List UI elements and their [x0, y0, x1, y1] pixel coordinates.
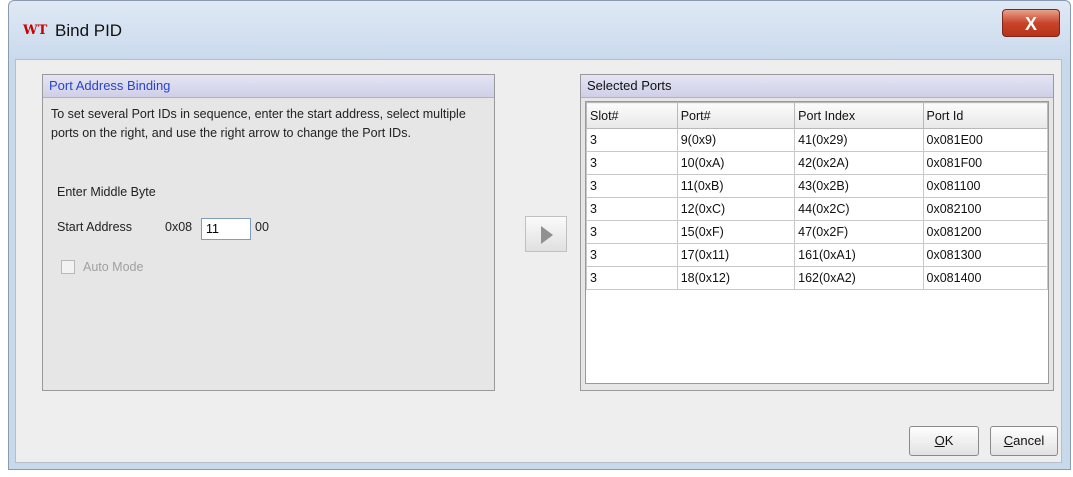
cell-port-id: 0x081E00: [922, 128, 1048, 152]
cell-port-index: 42(0x2A): [794, 151, 924, 175]
middle-byte-label: Enter Middle Byte: [57, 185, 156, 199]
close-button[interactable]: X: [1002, 9, 1060, 37]
selected-ports-panel: Selected Ports Slot# Port# Port Index Po…: [580, 74, 1054, 391]
auto-mode-checkbox[interactable]: [61, 260, 75, 274]
cell-port: 10(0xA): [676, 151, 796, 175]
table-row[interactable]: 3 17(0x11) 161(0xA1) 0x081300: [586, 243, 1048, 267]
column-header-port-index[interactable]: Port Index: [794, 102, 924, 129]
start-address-input[interactable]: [201, 218, 251, 240]
cell-port-index: 43(0x2B): [794, 174, 924, 198]
ports-table: Slot# Port# Port Index Port Id 3 9(0x9) …: [586, 102, 1048, 290]
cell-port: 17(0x11): [676, 243, 796, 267]
table-row[interactable]: 3 12(0xC) 44(0x2C) 0x082100: [586, 197, 1048, 221]
auto-mode-label: Auto Mode: [83, 260, 144, 274]
cell-port-index: 41(0x29): [794, 128, 924, 152]
cell-slot: 3: [586, 266, 678, 290]
cell-port: 12(0xC): [676, 197, 796, 221]
table-header-row: Slot# Port# Port Index Port Id: [586, 102, 1048, 129]
table-row[interactable]: 3 15(0xF) 47(0x2F) 0x081200: [586, 220, 1048, 244]
column-header-port-id[interactable]: Port Id: [922, 102, 1048, 129]
cell-port-id: 0x082100: [922, 197, 1048, 221]
ports-table-container: Slot# Port# Port Index Port Id 3 9(0x9) …: [585, 101, 1049, 384]
cell-port: 11(0xB): [676, 174, 796, 198]
dialog-body: Port Address Binding To set several Port…: [15, 59, 1062, 463]
cell-port-index: 162(0xA2): [794, 266, 924, 290]
cell-port: 9(0x9): [676, 128, 796, 152]
table-row[interactable]: 3 10(0xA) 42(0x2A) 0x081F00: [586, 151, 1048, 175]
start-address-label: Start Address: [57, 220, 133, 234]
ok-label-rest: K: [944, 433, 954, 448]
column-header-slot[interactable]: Slot#: [586, 102, 678, 129]
cell-port: 18(0x12): [676, 266, 796, 290]
ok-button[interactable]: OK: [909, 426, 979, 456]
ok-mnemonic: O: [934, 433, 945, 448]
bind-pid-dialog: WT Bind PID X Port Address Binding To se…: [8, 0, 1071, 470]
cancel-button[interactable]: Cancel: [990, 426, 1058, 456]
cancel-mnemonic: C: [1003, 433, 1014, 448]
table-row[interactable]: 3 18(0x12) 162(0xA2) 0x081400: [586, 266, 1048, 290]
port-address-binding-panel: Port Address Binding To set several Port…: [42, 74, 495, 391]
cell-slot: 3: [586, 197, 678, 221]
cell-port-id: 0x081F00: [922, 151, 1048, 175]
cell-port-id: 0x081200: [922, 220, 1048, 244]
cell-port-index: 47(0x2F): [794, 220, 924, 244]
table-row[interactable]: 3 9(0x9) 41(0x29) 0x081E00: [586, 128, 1048, 152]
cell-slot: 3: [586, 128, 678, 152]
instructions-text: To set several Port IDs in sequence, ent…: [51, 107, 466, 140]
table-row[interactable]: 3 11(0xB) 43(0x2B) 0x081100: [586, 174, 1048, 198]
panel-title: Selected Ports: [581, 75, 1053, 98]
apply-arrow-button[interactable]: [525, 216, 567, 252]
start-address-suffix: 00: [255, 220, 269, 234]
cell-slot: 3: [586, 174, 678, 198]
cell-port-id: 0x081400: [922, 266, 1048, 290]
cell-port-index: 44(0x2C): [794, 197, 924, 221]
right-arrow-icon: [541, 226, 553, 244]
cell-slot: 3: [586, 243, 678, 267]
panel-title: Port Address Binding: [43, 75, 494, 98]
cell-port-id: 0x081300: [922, 243, 1048, 267]
cell-slot: 3: [586, 220, 678, 244]
cell-slot: 3: [586, 151, 678, 175]
start-address-prefix: 0x08: [165, 220, 193, 234]
title-bar: WT Bind PID X: [9, 1, 1070, 59]
cancel-label-rest: ancel: [1013, 433, 1045, 448]
column-header-port[interactable]: Port#: [676, 102, 796, 129]
cell-port: 15(0xF): [676, 220, 796, 244]
cell-port-index: 161(0xA1): [794, 243, 924, 267]
cell-port-id: 0x081100: [922, 174, 1048, 198]
window-title: Bind PID: [55, 21, 123, 40]
app-logo-icon: WT: [23, 23, 48, 38]
